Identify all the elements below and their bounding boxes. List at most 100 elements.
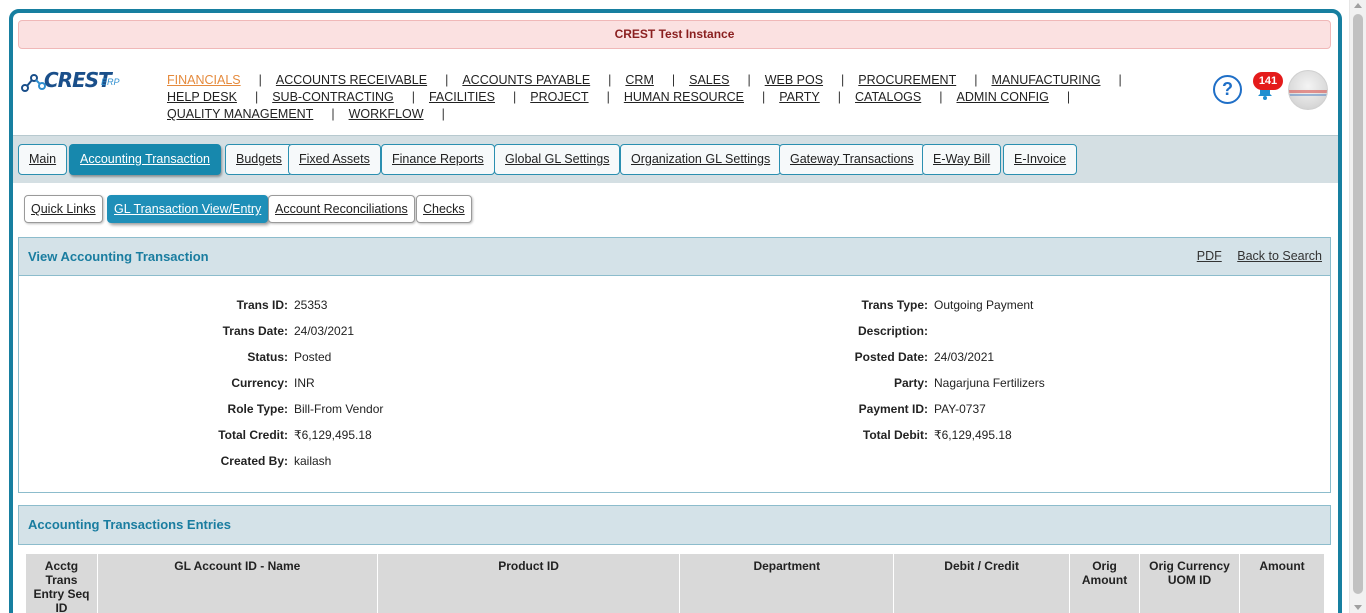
avatar-stripe-2 [1289,94,1327,96]
left-field-label-role-type: Role Type: [227,402,288,416]
nav-financials[interactable]: FINANCIALS [167,72,241,89]
left-field-label-trans-date: Trans Date: [222,324,288,338]
left-field-value-trans-date: 24/03/2021 [294,324,355,338]
nav-line-2: HELP DESK | SUB-CONTRACTING | FACILITIES | PRO… [160,89,1120,106]
crest-erp-logo[interactable]: CREST ERP [20,64,130,98]
nav-separator: | [747,73,751,87]
nav-separator: | [441,107,445,121]
left-field-value-status: Posted [294,350,332,364]
column-header-debit-credit[interactable]: Debit / Credit [893,553,1071,613]
pdf-link[interactable]: PDF [1197,249,1222,263]
column-header-acctg-trans-entry-seq-id[interactable]: Acctg Trans Entry Seq ID [25,553,98,613]
nav-separator: | [841,73,845,87]
left-field-label-status: Status: [247,350,288,364]
nav-sub-contracting[interactable]: SUB-CONTRACTING [272,89,394,106]
right-field-label-posted-date: Posted Date: [854,350,928,364]
column-header-orig-currency-uom-id[interactable]: Orig Currency UOM ID [1139,553,1240,613]
left-field-label-created-by: Created By: [220,454,288,468]
panel-header: View Accounting Transaction PDF Back to … [19,238,1330,276]
main-module-nav: FINANCIALS | ACCOUNTS RECEIVABLE | ACCOUNTS … [160,72,1122,123]
back-to-search-link[interactable]: Back to Search [1237,249,1322,263]
nav-separator: | [939,90,943,104]
nav-facilities[interactable]: FACILITIES [429,89,495,106]
nav-crm[interactable]: CRM [625,72,653,89]
notification-count-badge[interactable]: 141 [1253,72,1283,90]
column-header-amount[interactable]: Amount [1238,553,1326,613]
page-scrollbar[interactable] [1349,0,1366,613]
left-field-value-currency: INR [294,376,315,390]
nav-separator: | [512,90,517,104]
right-field-value-total-debit: ₹6,129,495.18 [934,428,1012,442]
avatar-stripe [1289,90,1327,93]
nav-admin-config[interactable]: ADMIN CONFIG [956,89,1048,106]
tab-fixed-assets[interactable]: Fixed Assets [288,144,381,175]
user-avatar[interactable] [1288,70,1328,110]
right-field-label-total-debit: Total Debit: [862,428,928,442]
nav-line-3: QUALITY MANAGEMENT | WORKFLOW | [160,106,1120,123]
tab-gateway-transactions[interactable]: Gateway Transactions [779,144,925,175]
nav-separator: | [411,90,415,104]
column-header-orig-amount[interactable]: Orig Amount [1069,553,1141,613]
left-field-value-trans-id: 25353 [294,298,328,312]
left-field-value-total-credit: ₹6,129,495.18 [294,428,372,442]
nav-separator: | [1066,90,1071,104]
nav-workflow[interactable]: WORKFLOW [349,106,424,123]
nav-manufacturing[interactable]: MANUFACTURING [991,72,1100,89]
tab-accounting-transaction[interactable]: Accounting Transaction [69,144,221,175]
entries-panel-header: Accounting Transactions Entries [19,506,1330,544]
subtab-quick-links[interactable]: Quick Links [24,195,103,223]
nav-separator: | [258,73,262,87]
left-field-value-role-type: Bill-From Vendor [294,402,384,416]
subtab-gl-transaction-view-entry[interactable]: GL Transaction View/Entry [107,195,269,223]
left-field-value-created-by: kailash [294,454,332,468]
nav-party[interactable]: PARTY [779,89,820,106]
nav-separator: | [608,73,612,87]
nav-separator: | [761,90,766,104]
entries-header-row: Acctg Trans Entry Seq ID GL Account ID - … [25,553,1326,613]
nav-separator: | [974,73,978,87]
tab-global-gl-settings[interactable]: Global GL Settings [494,144,621,175]
tab-organization-gl-settings[interactable]: Organization GL Settings [620,144,782,175]
panel-title: View Accounting Transaction [28,249,209,264]
nav-separator: | [671,73,676,87]
right-field-value-payment-id: PAY-0737 [934,402,986,416]
tab-budgets[interactable]: Budgets [225,144,293,175]
right-field-label-party: Party: [893,376,928,390]
subtab-checks[interactable]: Checks [416,195,472,223]
question-circle-icon[interactable]: ? [1213,75,1242,104]
nav-human-resource[interactable]: HUMAN RESOURCE [624,89,744,106]
nav-separator: | [331,107,335,121]
nav-sales[interactable]: SALES [689,72,729,89]
tab-e-way-bill[interactable]: E-Way Bill [922,144,1002,175]
scroll-thumb[interactable] [1353,14,1363,594]
right-field-value-party: Nagarjuna Fertilizers [934,376,1045,390]
left-field-label-currency: Currency: [231,376,288,390]
entries-panel-title: Accounting Transactions Entries [28,517,231,532]
instance-banner: CREST Test Instance [18,20,1331,49]
subtab-account-reconciliations[interactable]: Account Reconciliations [268,195,415,223]
scroll-up-arrow-icon[interactable] [1354,3,1362,8]
scroll-down-arrow-icon[interactable] [1354,605,1362,610]
right-field-label-trans-type: Trans Type: [861,298,928,312]
column-header-gl-account-id-name[interactable]: GL Account ID - Name [96,553,378,613]
nav-separator: | [445,73,449,87]
right-field-value-trans-type: Outgoing Payment [934,298,1034,312]
entries-table: Acctg Trans Entry Seq ID GL Account ID - … [25,553,1326,613]
nav-separator: | [606,90,610,104]
nav-catalogs[interactable]: CATALOGS [855,89,921,106]
column-header-department[interactable]: Department [679,553,895,613]
nav-web-pos[interactable]: WEB POS [765,72,823,89]
column-header-product-id[interactable]: Product ID [376,553,681,613]
tab-e-invoice[interactable]: E-Invoice [1003,144,1078,175]
nav-accounts-payable[interactable]: ACCOUNTS PAYABLE [462,72,590,89]
nav-help-desk[interactable]: HELP DESK [167,89,237,106]
entries-panel: Accounting Transactions Entries [18,505,1331,545]
tab-main[interactable]: Main [18,144,68,175]
panel-links: PDF Back to Search [1185,238,1322,275]
nav-quality-management[interactable]: QUALITY MANAGEMENT [167,106,313,123]
right-field-label-description: Description: [857,324,928,338]
nav-procurement[interactable]: PROCUREMENT [858,72,956,89]
nav-accounts-receivable[interactable]: ACCOUNTS RECEIVABLE [276,72,427,89]
tab-finance-reports[interactable]: Finance Reports [381,144,495,175]
nav-project[interactable]: PROJECT [530,89,588,106]
